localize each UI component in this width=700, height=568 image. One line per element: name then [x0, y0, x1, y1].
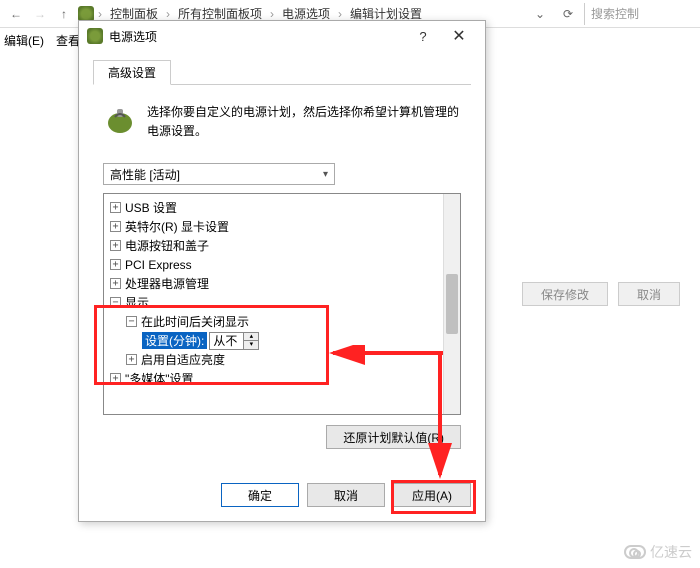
- tree-item-pci[interactable]: PCI Express: [125, 258, 192, 272]
- tree-item-usb[interactable]: USB 设置: [125, 199, 177, 216]
- tab-advanced[interactable]: 高级设置: [93, 60, 171, 85]
- chevron-right-icon: ›: [338, 7, 342, 21]
- restore-defaults-button[interactable]: 还原计划默认值(R): [326, 425, 461, 449]
- search-input[interactable]: 搜索控制: [584, 3, 694, 25]
- expand-toggle[interactable]: +: [110, 278, 121, 289]
- expand-toggle[interactable]: +: [110, 202, 121, 213]
- expand-toggle[interactable]: +: [126, 354, 137, 365]
- spinner-down[interactable]: ▾: [244, 341, 258, 349]
- tree-item-cpu[interactable]: 处理器电源管理: [125, 275, 209, 292]
- power-plan-select[interactable]: 高性能 [活动] ▾: [103, 163, 335, 185]
- tree-item-intel[interactable]: 英特尔(R) 显卡设置: [125, 218, 229, 235]
- help-button[interactable]: ?: [405, 22, 441, 50]
- spinner-up[interactable]: ▴: [244, 333, 258, 341]
- close-button[interactable]: ✕: [441, 22, 477, 50]
- menu-edit[interactable]: 编辑(E): [4, 32, 44, 49]
- power-options-dialog: 电源选项 ? ✕ 高级设置 选择你要自定义的电源计划，然后选择你希望计算机管理的…: [78, 20, 486, 522]
- setting-spinner[interactable]: 从不 ▴ ▾: [209, 332, 259, 350]
- cancel-button[interactable]: 取消: [618, 282, 680, 306]
- chevron-down-icon: ▾: [323, 169, 328, 180]
- chevron-right-icon: ›: [166, 7, 170, 21]
- tree-item-multimedia[interactable]: "多媒体"设置: [125, 370, 194, 387]
- expand-toggle[interactable]: +: [110, 373, 121, 384]
- watermark-icon: [624, 545, 646, 559]
- scrollbar[interactable]: [443, 194, 460, 414]
- tree-item-power-button[interactable]: 电源按钮和盖子: [125, 237, 209, 254]
- save-changes-button[interactable]: 保存修改: [522, 282, 608, 306]
- cancel-button[interactable]: 取消: [307, 483, 385, 507]
- plan-select-value: 高性能 [活动]: [110, 166, 180, 183]
- expand-toggle[interactable]: +: [110, 221, 121, 232]
- menu-view[interactable]: 查看: [56, 32, 80, 49]
- ok-button[interactable]: 确定: [221, 483, 299, 507]
- expand-toggle[interactable]: +: [110, 259, 121, 270]
- expand-toggle[interactable]: +: [110, 240, 121, 251]
- spinner-value: 从不: [210, 332, 243, 349]
- tab-strip: 高级设置: [93, 59, 471, 85]
- dialog-titlebar: 电源选项 ? ✕: [79, 21, 485, 51]
- tree-item-adaptive[interactable]: 启用自适应亮度: [141, 351, 225, 368]
- nav-back[interactable]: ←: [6, 4, 26, 24]
- tree-item-display-off[interactable]: 在此时间后关闭显示: [141, 313, 249, 330]
- nav-forward[interactable]: →: [30, 4, 50, 24]
- chevron-right-icon: ›: [98, 7, 102, 21]
- power-icon: [87, 28, 103, 44]
- settings-tree: + USB 设置 + 英特尔(R) 显卡设置 + 电源按钮和盖子 + PCI Expre…: [103, 193, 461, 415]
- dialog-description: 选择你要自定义的电源计划，然后选择你希望计算机管理的电源设置。: [147, 103, 461, 141]
- dropdown-icon[interactable]: ⌄: [528, 7, 552, 21]
- apply-button[interactable]: 应用(A): [393, 483, 471, 507]
- refresh-icon[interactable]: ⟳: [556, 7, 580, 21]
- setting-label[interactable]: 设置(分钟):: [142, 332, 207, 349]
- watermark: 亿速云: [624, 542, 692, 562]
- chevron-right-icon: ›: [270, 7, 274, 21]
- battery-icon: [103, 103, 137, 137]
- collapse-toggle[interactable]: −: [110, 297, 121, 308]
- tree-item-display[interactable]: 显示: [125, 294, 149, 311]
- scroll-thumb[interactable]: [446, 274, 458, 334]
- dialog-title: 电源选项: [109, 28, 405, 45]
- nav-up[interactable]: ↑: [54, 4, 74, 24]
- collapse-toggle[interactable]: −: [126, 316, 137, 327]
